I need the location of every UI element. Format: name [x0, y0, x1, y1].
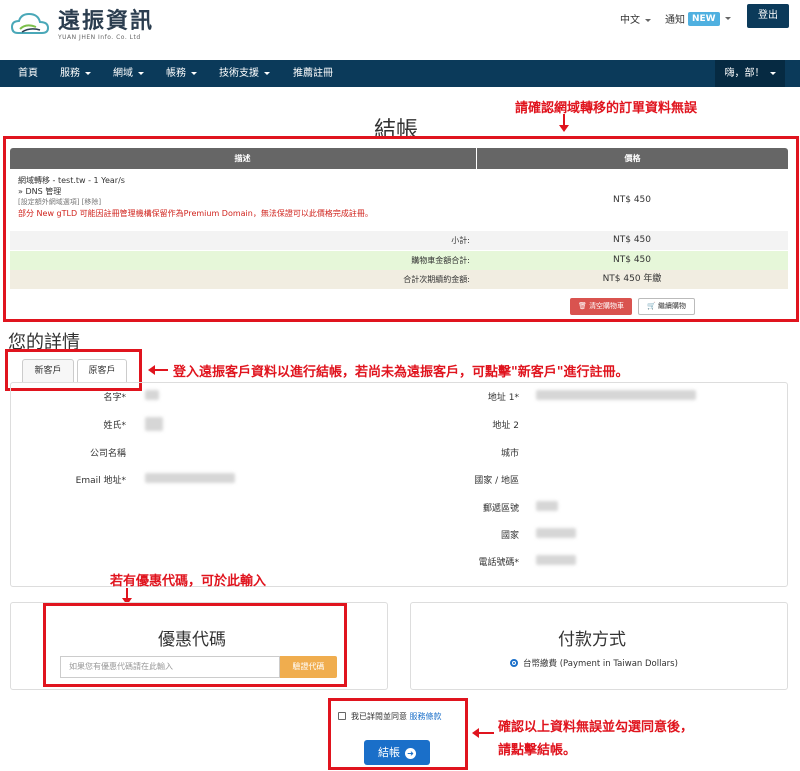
field-label-last-name: 姓氏*	[103, 421, 126, 431]
notifications-label: 通知	[665, 15, 685, 26]
annotation-checkout-hint-1: 確認以上資料無誤並勾選同意後，	[498, 720, 694, 735]
annotation-arrow	[472, 728, 494, 738]
phone-field[interactable]	[536, 555, 576, 565]
header: 遠振資訊 YUAN JHEN Info. Co. Ltd 中文 通知 NEW 登出	[0, 0, 800, 60]
notifications-menu[interactable]: 通知 NEW	[665, 11, 731, 26]
nav-item-support[interactable]: 技術支援	[219, 60, 270, 87]
chevron-down-icon	[191, 71, 197, 75]
field-label-email: Email 地址*	[75, 476, 126, 486]
nav-item-billing[interactable]: 帳務	[166, 60, 197, 87]
language-selector[interactable]: 中文	[620, 11, 651, 26]
annotation-arrow	[559, 114, 569, 132]
logo-title: 遠振資訊	[58, 9, 155, 34]
new-badge: NEW	[688, 11, 720, 26]
annotation-box-coupon	[43, 603, 347, 687]
user-greeting: 嗨，部！	[724, 68, 765, 79]
field-label-phone: 電話號碼*	[478, 558, 519, 568]
logo-subtitle: YUAN JHEN Info. Co. Ltd	[58, 34, 141, 41]
field-label-region: 國家 / 地區	[474, 476, 519, 486]
nav-item-referral[interactable]: 推薦註冊	[293, 60, 333, 87]
postcode-field[interactable]	[536, 501, 558, 511]
chevron-down-icon	[85, 71, 91, 75]
details-panel	[10, 382, 788, 587]
chevron-down-icon	[138, 71, 144, 75]
language-label: 中文	[620, 15, 640, 26]
field-label-postcode: 郵遞區號	[482, 504, 519, 514]
annotation-coupon-hint: 若有優惠代碼，可於此輸入	[110, 574, 267, 589]
nav-item-services[interactable]: 服務	[60, 60, 91, 87]
user-menu[interactable]: 嗨，部！	[715, 60, 785, 87]
annotation-arrow	[122, 588, 132, 605]
field-label-address2: 地址 2	[492, 421, 519, 431]
cloud-logo-icon	[10, 12, 50, 34]
annotation-arrow	[148, 365, 168, 375]
nav-item-domains[interactable]: 網域	[113, 60, 144, 87]
payment-title: 付款方式	[558, 630, 626, 650]
chevron-down-icon	[645, 18, 651, 22]
annotation-box-order	[3, 136, 799, 322]
field-label-address1: 地址 1*	[487, 393, 519, 403]
email-field[interactable]	[145, 473, 235, 483]
nav-label: 網域	[113, 68, 133, 79]
annotation-confirm-order: 請確認網域轉移的訂單資料無誤	[515, 101, 698, 116]
main-nav: 首頁 服務 網域 帳務 技術支援 推薦註冊 嗨，部！	[0, 60, 800, 87]
chevron-down-icon	[724, 17, 731, 20]
chevron-down-icon	[769, 71, 776, 75]
first-name-field[interactable]	[145, 390, 159, 400]
payment-option-label: 台幣繳費 (Payment in Taiwan Dollars)	[523, 659, 678, 669]
nav-label: 帳務	[166, 68, 186, 79]
address1-field[interactable]	[536, 390, 696, 400]
nav-label: 技術支援	[219, 68, 259, 79]
field-label-first-name: 名字*	[103, 393, 126, 403]
chevron-down-icon	[264, 71, 270, 75]
field-label-city: 城市	[500, 449, 519, 459]
nav-label: 首頁	[18, 68, 38, 79]
payment-radio[interactable]	[510, 659, 518, 667]
field-label-company: 公司名稱	[89, 449, 126, 459]
annotation-login-hint: 登入遠振客戶資料以進行結帳，若尚未為遠振客戶，可點擊"新客戶"進行註冊。	[173, 365, 629, 380]
logo[interactable]: 遠振資訊 YUAN JHEN Info. Co. Ltd	[10, 10, 154, 41]
annotation-box-checkout	[328, 698, 468, 770]
country-field[interactable]	[536, 528, 576, 538]
nav-label: 推薦註冊	[293, 68, 333, 79]
last-name-field[interactable]	[145, 417, 163, 431]
nav-label: 服務	[60, 68, 80, 79]
logout-button[interactable]: 登出	[747, 4, 789, 28]
nav-item-home[interactable]: 首頁	[18, 60, 38, 87]
annotation-checkout-hint-2: 請點擊結帳。	[498, 743, 577, 758]
field-label-country: 國家	[500, 531, 519, 541]
